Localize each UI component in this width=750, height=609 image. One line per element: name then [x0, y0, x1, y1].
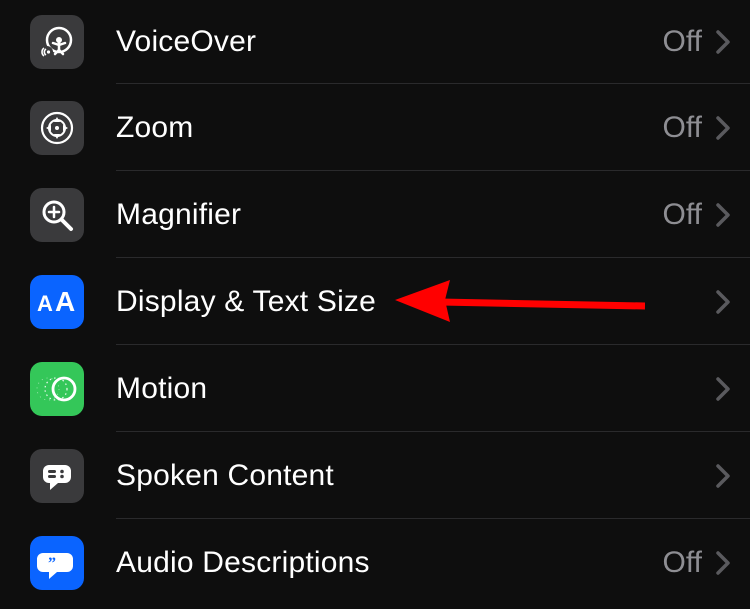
chevron-right-icon [716, 30, 730, 54]
motion-icon [30, 362, 84, 416]
row-magnifier[interactable]: Magnifier Off [0, 171, 750, 258]
chevron-right-icon [716, 116, 730, 140]
row-label: Display & Text Size [116, 285, 716, 319]
voiceover-icon [30, 15, 84, 69]
accessibility-list: VoiceOver Off Zoom Off [0, 0, 750, 606]
magnifier-icon [30, 188, 84, 242]
row-display-text-size[interactable]: A A Display & Text Size [0, 258, 750, 345]
row-label: Magnifier [116, 198, 663, 232]
svg-text:”: ” [48, 555, 56, 572]
row-status: Off [663, 25, 702, 59]
row-status: Off [663, 546, 702, 580]
row-label: Audio Descriptions [116, 546, 663, 580]
chevron-right-icon [716, 551, 730, 575]
svg-text:A: A [37, 291, 53, 316]
spoken-content-icon [30, 449, 84, 503]
row-label: Zoom [116, 111, 663, 145]
row-zoom[interactable]: Zoom Off [0, 84, 750, 171]
svg-text:A: A [55, 286, 75, 317]
row-motion[interactable]: Motion [0, 345, 750, 432]
chevron-right-icon [716, 464, 730, 488]
zoom-icon [30, 101, 84, 155]
row-voiceover[interactable]: VoiceOver Off [0, 0, 750, 84]
chevron-right-icon [716, 203, 730, 227]
row-audio-descriptions[interactable]: ” Audio Descriptions Off [0, 519, 750, 606]
text-size-icon: A A [30, 275, 84, 329]
audio-descriptions-icon: ” [30, 536, 84, 590]
row-spoken-content[interactable]: Spoken Content [0, 432, 750, 519]
chevron-right-icon [716, 377, 730, 401]
row-status: Off [663, 198, 702, 232]
row-label: VoiceOver [116, 25, 663, 59]
row-status: Off [663, 111, 702, 145]
row-label: Motion [116, 372, 716, 406]
row-label: Spoken Content [116, 459, 716, 493]
chevron-right-icon [716, 290, 730, 314]
